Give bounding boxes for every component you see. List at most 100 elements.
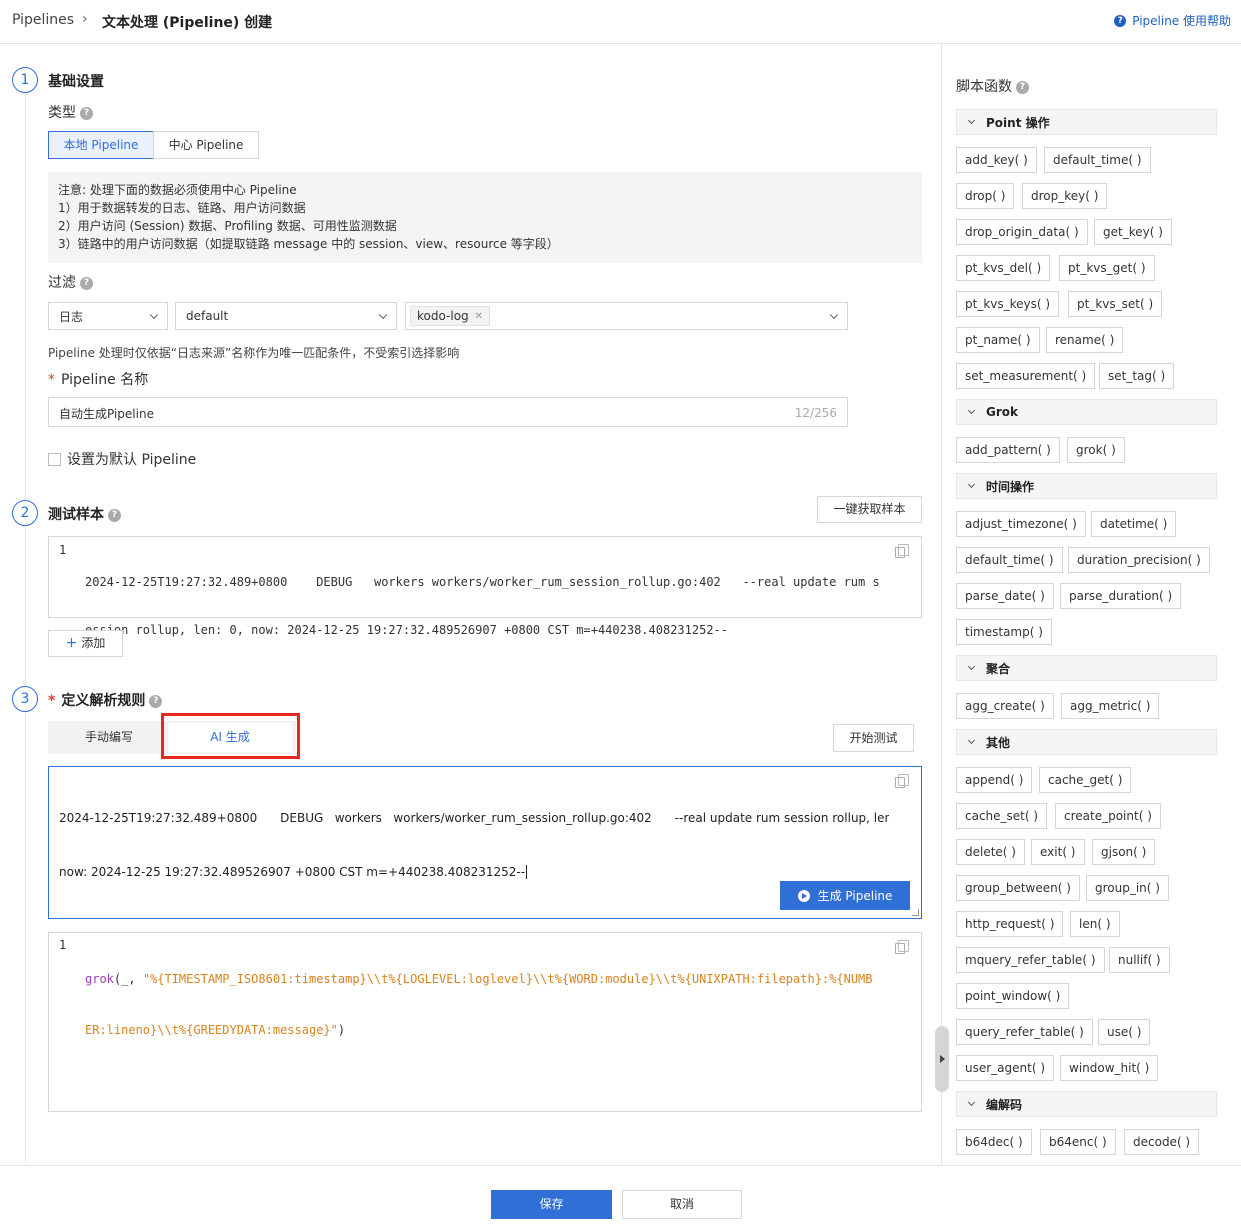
function-chip[interactable]: cache_set( ) [956,803,1048,829]
cancel-button[interactable]: 取消 [622,1190,742,1219]
function-chip[interactable]: agg_create( ) [956,693,1054,719]
tab-manual[interactable]: 手动编写 [50,723,168,752]
function-chip[interactable]: use( ) [1098,1019,1151,1045]
help-icon: ? [1114,14,1127,27]
function-chip[interactable]: group_in( ) [1086,875,1169,901]
function-chip[interactable]: create_point( ) [1055,803,1161,829]
function-chip[interactable]: timestamp( ) [956,619,1052,645]
function-chip[interactable]: len( ) [1070,911,1120,937]
function-chip[interactable]: default_time( ) [1044,147,1151,173]
fetch-sample-button[interactable]: 一键获取样本 [817,496,922,523]
function-chip[interactable]: get_key( ) [1094,219,1172,245]
chevron-down-icon [967,1098,976,1107]
function-chip[interactable]: add_pattern( ) [956,437,1060,463]
function-chip[interactable]: rename( ) [1046,327,1124,353]
plus-icon: + [65,635,78,651]
function-chip[interactable]: append( ) [956,767,1033,793]
help-link[interactable]: ? Pipeline 使用帮助 [1114,12,1231,29]
function-chip[interactable]: agg_metric( ) [1061,693,1160,719]
close-icon[interactable]: ✕ [475,311,483,322]
chevron-down-icon [967,116,976,125]
filter-type-select[interactable]: 日志 [48,302,168,330]
function-chip[interactable]: drop( ) [956,183,1015,209]
add-sample-button[interactable]: + 添加 [48,630,123,657]
functions-title-text: 脚本函数 [956,79,1012,95]
name-label: * Pipeline 名称 [48,369,148,389]
generate-pipeline-button[interactable]: 生成 Pipeline [780,881,910,910]
panel-collapse-handle[interactable] [935,1026,949,1092]
filter-source-select[interactable]: kodo-log ✕ [405,302,848,330]
step-line [25,92,26,1162]
group-other[interactable]: 其他 [956,729,1217,755]
copy-icon[interactable] [895,940,909,954]
code-editor[interactable]: 1 grok(_, "%{TIMESTAMP_ISO8601:timestamp… [48,932,922,1112]
pipeline-name-input[interactable]: 自动生成Pipeline 12/256 [48,397,848,427]
save-button[interactable]: 保存 [491,1190,612,1219]
function-chip[interactable]: http_request( ) [956,911,1064,937]
function-chip[interactable]: add_key( ) [956,147,1037,173]
function-chip[interactable]: nullif( ) [1109,947,1170,973]
notice-line: 2）用户访问 (Session) 数据、Profiling 数据、可用性监测数据 [58,219,397,233]
filter-index-select[interactable]: default [175,302,397,330]
page-title: 文本处理 (Pipeline) 创建 [102,15,273,31]
chevron-down-icon [967,662,976,671]
function-chip[interactable]: delete( ) [956,839,1025,865]
function-chip[interactable]: user_agent( ) [956,1055,1055,1081]
function-chip[interactable]: drop_key( ) [1022,183,1108,209]
function-chip[interactable]: parse_duration( ) [1060,583,1182,609]
function-chip[interactable]: default_time( ) [956,547,1063,573]
function-chip[interactable]: set_measurement( ) [956,363,1096,389]
function-chip[interactable]: pt_kvs_get( ) [1059,255,1155,281]
default-pipeline-label: 设置为默认 Pipeline [67,452,197,468]
function-chip[interactable]: decode( ) [1124,1129,1200,1155]
sample-editor[interactable]: 1 2024-12-25T19:27:32.489+0800 DEBUG wor… [48,536,922,637]
function-chip[interactable]: exit( ) [1031,839,1085,865]
group-point[interactable]: Point 操作 [956,109,1217,135]
function-chip[interactable]: cache_get( ) [1039,767,1132,793]
function-chip[interactable]: pt_kvs_del( ) [956,255,1051,281]
code-close: ) [337,1023,346,1037]
function-chip[interactable]: group_between( ) [956,875,1080,901]
function-chip[interactable]: datetime( ) [1091,511,1177,537]
function-chip[interactable]: b64enc( ) [1040,1129,1116,1155]
function-chip[interactable]: window_hit( ) [1060,1055,1159,1081]
group-aggregate[interactable]: 聚合 [956,655,1217,681]
resize-handle[interactable] [912,909,919,916]
tab-local-pipeline[interactable]: 本地 Pipeline [48,131,154,159]
group-grok[interactable]: Grok [956,399,1217,425]
group-time[interactable]: 时间操作 [956,473,1217,499]
function-chip[interactable]: pt_name( ) [956,327,1040,353]
breadcrumb-root[interactable]: Pipelines [12,12,74,28]
function-chip[interactable]: grok( ) [1067,437,1125,463]
function-chip[interactable]: duration_precision( ) [1068,547,1210,573]
function-chip[interactable]: query_refer_table( ) [956,1019,1093,1045]
function-chip[interactable]: adjust_timezone( ) [956,511,1086,537]
function-chip[interactable]: gjson( ) [1092,839,1156,865]
function-chip[interactable]: point_window( ) [956,983,1070,1009]
question-icon: ? [149,694,163,708]
function-chip[interactable]: pt_kvs_keys( ) [956,291,1060,317]
function-chip[interactable]: pt_kvs_set( ) [1068,291,1163,317]
group-label: 编解码 [986,1097,1023,1112]
copy-icon[interactable] [895,774,909,788]
function-chip[interactable]: parse_date( ) [956,583,1054,609]
start-test-button[interactable]: 开始测试 [833,724,914,752]
ai-input-textarea[interactable]: 2024-12-25T19:27:32.489+0800 DEBUG worke… [48,766,922,919]
function-chip[interactable]: set_tag( ) [1099,363,1175,389]
function-chip[interactable]: b64dec( ) [956,1129,1032,1155]
group-codec[interactable]: 编解码 [956,1091,1217,1117]
type-label-text: 类型 [48,105,76,121]
function-chip[interactable]: drop_origin_data( ) [956,219,1088,245]
default-pipeline-checkbox[interactable]: 设置为默认 Pipeline [48,449,196,469]
sample-line: ession rollup, len: 0, now: 2024-12-25 1… [85,623,728,637]
code-line: ER:lineno}\\t%{GREEDYDATA:message}") [85,1022,897,1039]
tab-center-pipeline[interactable]: 中心 Pipeline [153,131,259,159]
question-icon: ? [1016,80,1029,94]
section-1-title: 基础设置 [48,74,104,90]
copy-icon[interactable] [895,544,909,558]
notice-line: 1）用于数据转发的日志、链路、用户访问数据 [58,201,306,215]
filter-label: 过滤? [48,272,93,292]
chevron-down-icon [149,310,159,320]
checkbox-box[interactable] [48,452,61,466]
function-chip[interactable]: mquery_refer_table( ) [956,947,1105,973]
